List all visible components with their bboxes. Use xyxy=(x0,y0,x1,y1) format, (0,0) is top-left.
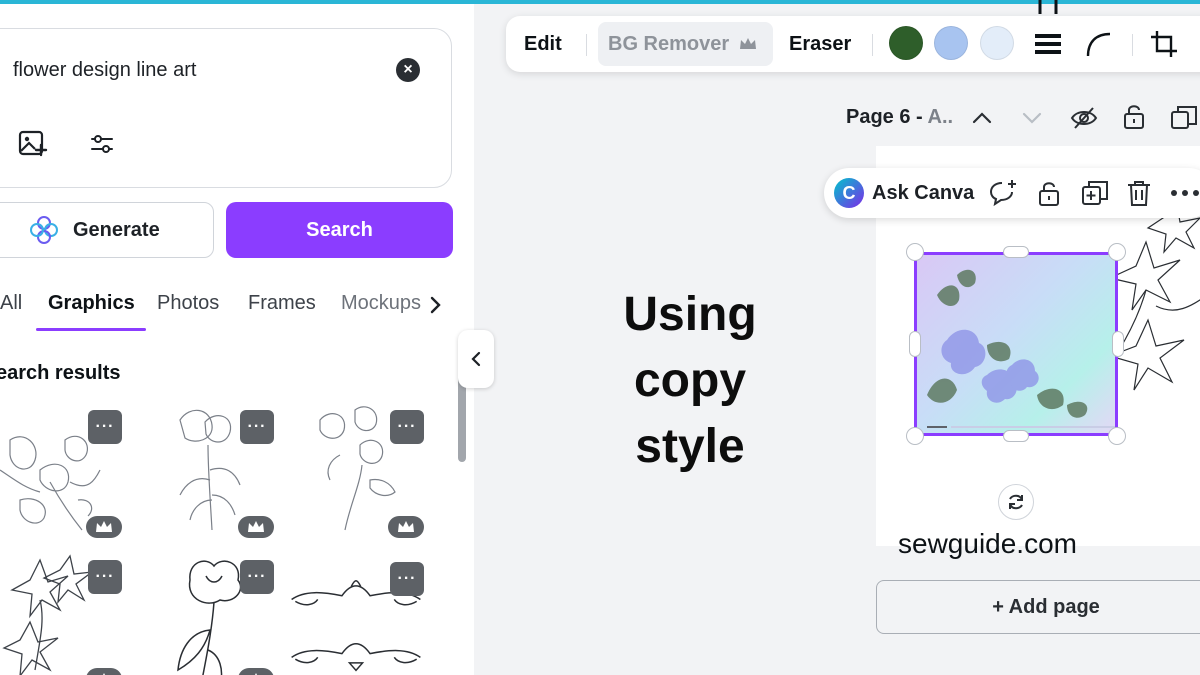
add-page-label: + Add page xyxy=(992,595,1100,618)
crop-icon[interactable] xyxy=(1150,30,1178,58)
category-tabs: All Graphics Photos Frames Mockups xyxy=(0,288,474,336)
resize-handle-top-right[interactable] xyxy=(1108,243,1126,261)
result-item[interactable]: ··· xyxy=(0,550,140,675)
lock-page-icon[interactable] xyxy=(1120,102,1148,130)
resize-handle-left[interactable] xyxy=(909,331,921,357)
search-button[interactable]: Search xyxy=(226,202,453,258)
more-options-button[interactable]: ··· xyxy=(88,560,122,594)
caption-line: Using xyxy=(623,288,757,341)
add-comment-icon[interactable] xyxy=(988,178,1018,208)
periwinkle-flower-artwork xyxy=(927,269,1115,428)
search-panel: flower design line art × Generate Search… xyxy=(0,4,474,675)
edit-button[interactable]: Edit xyxy=(524,33,562,56)
more-options-button[interactable]: ··· xyxy=(88,410,122,444)
image-search-icon[interactable] xyxy=(17,127,49,159)
resize-handle-top[interactable] xyxy=(1003,246,1029,258)
toolbar-divider xyxy=(586,34,587,56)
search-results-heading: earch results xyxy=(0,362,121,384)
tab-graphics[interactable]: Graphics xyxy=(48,292,135,315)
filter-icon[interactable] xyxy=(87,129,117,159)
caption-line: copy xyxy=(633,354,747,407)
more-options-button[interactable]: ··· xyxy=(390,410,424,444)
page-label-truncated: A.. xyxy=(927,106,954,128)
more-options-button[interactable]: ··· xyxy=(390,562,424,596)
more-options-button[interactable]: ··· xyxy=(240,560,274,594)
generate-button[interactable]: Generate xyxy=(0,202,214,258)
page-title[interactable]: Page 6 - A.. xyxy=(846,106,953,129)
search-query-text[interactable]: flower design line art xyxy=(13,59,196,82)
element-toolbar: Edit BG Remover Eraser xyxy=(506,16,1200,72)
corner-rounding-icon[interactable] xyxy=(1084,30,1112,58)
duplicate-page-icon[interactable] xyxy=(1170,104,1198,132)
resize-handle-top-left[interactable] xyxy=(906,243,924,261)
color-swatch-dark-green[interactable] xyxy=(889,26,923,60)
sparkle-flower-icon xyxy=(30,216,58,244)
bg-remover-label: BG Remover xyxy=(608,32,730,55)
tab-photos[interactable]: Photos xyxy=(157,292,219,315)
resize-handle-bottom-right[interactable] xyxy=(1108,427,1126,445)
crown-icon xyxy=(388,516,424,538)
caption-line: style xyxy=(635,420,745,473)
result-item[interactable]: ··· xyxy=(150,400,290,540)
crown-icon xyxy=(740,38,757,49)
trash-icon[interactable] xyxy=(1124,178,1154,208)
result-item[interactable]: ··· xyxy=(0,400,140,540)
result-item[interactable]: ··· xyxy=(150,550,290,675)
crown-icon xyxy=(238,516,274,538)
generate-label: Generate xyxy=(73,218,160,241)
duplicate-icon[interactable] xyxy=(1080,178,1110,208)
collapse-panel-button[interactable] xyxy=(458,330,494,388)
resize-handle-bottom[interactable] xyxy=(1003,430,1029,442)
watermark-text: sewguide.com xyxy=(898,528,1077,559)
rotate-icon xyxy=(1009,494,1023,510)
rotate-button[interactable] xyxy=(998,484,1034,520)
color-swatch-pale-blue[interactable] xyxy=(980,26,1014,60)
chevron-right-icon[interactable] xyxy=(426,294,444,316)
selected-frame-element[interactable] xyxy=(914,252,1118,436)
crown-icon xyxy=(86,668,122,675)
resize-handle-bottom-left[interactable] xyxy=(906,427,924,445)
search-input[interactable]: flower design line art × xyxy=(0,28,452,188)
canva-logo-icon: C xyxy=(834,178,864,208)
bg-remover-button[interactable]: BG Remover xyxy=(598,22,773,66)
more-options-icon[interactable] xyxy=(1168,178,1200,208)
toolbar-divider xyxy=(872,34,873,56)
context-action-bar: C Ask Canva xyxy=(824,168,1200,218)
eraser-button[interactable]: Eraser xyxy=(789,33,851,56)
chevron-left-icon xyxy=(471,351,481,367)
hide-page-icon[interactable] xyxy=(1070,104,1098,132)
crown-icon xyxy=(86,516,122,538)
lock-icon[interactable] xyxy=(1034,178,1064,208)
result-item[interactable]: ··· xyxy=(300,400,440,540)
search-button-label: Search xyxy=(306,218,373,241)
ask-canva-button[interactable]: Ask Canva xyxy=(872,182,974,205)
result-item[interactable]: ··· xyxy=(286,550,426,675)
clear-search-button[interactable]: × xyxy=(396,58,420,82)
video-overlay-caption: Using copy style xyxy=(590,282,790,480)
active-tab-underline xyxy=(36,328,146,331)
tab-all[interactable]: All xyxy=(0,292,22,315)
tab-frames[interactable]: Frames xyxy=(248,292,316,315)
chevron-down-icon[interactable] xyxy=(1018,104,1046,132)
tab-mockups[interactable]: Mockups xyxy=(341,292,421,315)
chevron-up-icon[interactable] xyxy=(968,104,996,132)
resize-handle-right[interactable] xyxy=(1112,331,1124,357)
crown-icon xyxy=(238,668,274,675)
more-options-button[interactable]: ··· xyxy=(240,410,274,444)
page-label-main: Page 6 - xyxy=(846,106,928,128)
line-weight-icon[interactable] xyxy=(1034,32,1062,56)
toolbar-divider xyxy=(1132,34,1133,56)
add-page-button[interactable]: + Add page xyxy=(876,580,1200,634)
color-swatch-light-blue[interactable] xyxy=(934,26,968,60)
